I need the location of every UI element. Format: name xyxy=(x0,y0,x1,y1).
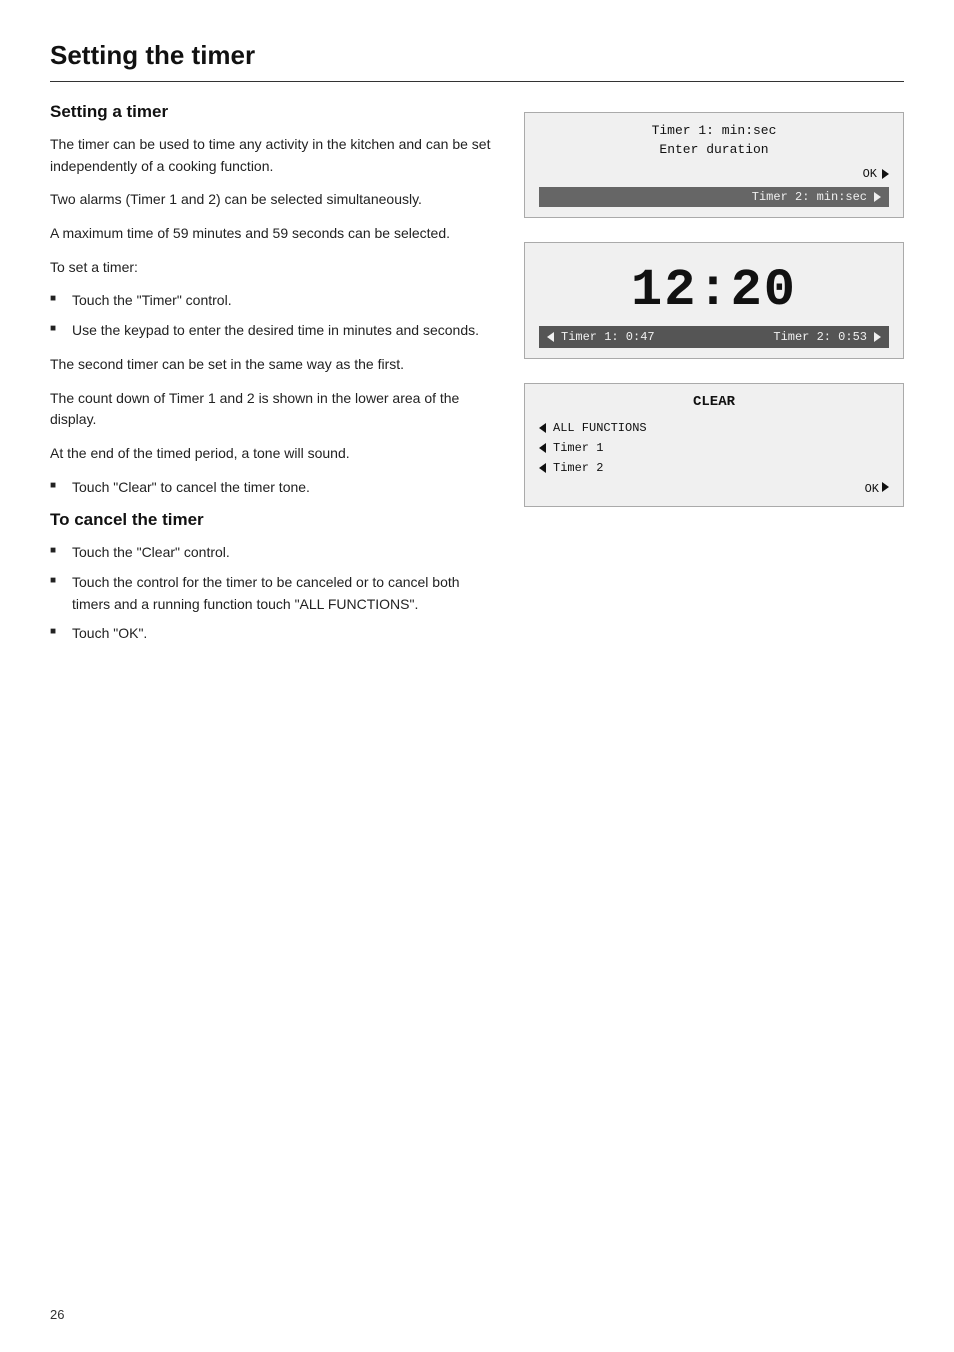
para-6: The count down of Timer 1 and 2 is shown… xyxy=(50,388,494,431)
panel-timer-entry: Timer 1: min:sec Enter duration OK Timer… xyxy=(524,112,904,218)
bullet-1: Touch the "Timer" control. xyxy=(50,290,494,312)
clear-all-functions-label: ALL FUNCTIONS xyxy=(553,421,647,435)
clock-timer1-label: Timer 1: 0:47 xyxy=(561,330,655,344)
panel1-timer1-label: Timer 1: min:sec xyxy=(539,123,889,138)
cancel-bullet-2: Touch the control for the timer to be ca… xyxy=(50,572,494,615)
clock-time: 12:20 xyxy=(539,253,889,326)
clock-timer-row: Timer 1: 0:47 Timer 2: 0:53 xyxy=(539,326,889,348)
clear-title: CLEAR xyxy=(539,394,889,410)
para-5: The second timer can be set in the same … xyxy=(50,354,494,376)
para-4: To set a timer: xyxy=(50,257,494,279)
section1-heading: Setting a timer xyxy=(50,102,494,122)
panel-clear: CLEAR ALL FUNCTIONS Timer 1 Timer 2 OK xyxy=(524,383,904,507)
section2-heading: To cancel the timer xyxy=(50,510,494,530)
timer2-clock-arrow-right-icon xyxy=(874,332,881,342)
timer2-arrow-right-icon xyxy=(874,192,881,202)
para-7: At the end of the timed period, a tone w… xyxy=(50,443,494,465)
timer1-clear-arrow-icon xyxy=(539,443,546,453)
clear-item-timer2: Timer 2 xyxy=(539,458,889,478)
cancel-bullet-3: Touch "OK". xyxy=(50,623,494,645)
left-column: Setting a timer The timer can be used to… xyxy=(50,102,494,657)
panel1-enter-duration: Enter duration xyxy=(539,142,889,157)
section1-bullet-clear: Touch "Clear" to cancel the timer tone. xyxy=(50,477,494,499)
clock-timer2: Timer 2: 0:53 xyxy=(773,330,881,344)
clear-ok-label: OK xyxy=(865,482,879,496)
bullet-3: Touch "Clear" to cancel the timer tone. xyxy=(50,477,494,499)
timer1-arrow-left-icon xyxy=(547,332,554,342)
all-functions-arrow-icon xyxy=(539,423,546,433)
cancel-bullet-1: Touch the "Clear" control. xyxy=(50,542,494,564)
panel1-ok-label: OK xyxy=(863,167,889,181)
clear-item-all-functions: ALL FUNCTIONS xyxy=(539,418,889,438)
panel1-timer2-label: Timer 2: min:sec xyxy=(539,187,889,207)
section1-bullets: Touch the "Timer" control. Use the keypa… xyxy=(50,290,494,341)
right-column: Timer 1: min:sec Enter duration OK Timer… xyxy=(524,102,904,657)
para-3: A maximum time of 59 minutes and 59 seco… xyxy=(50,223,494,245)
clock-timer1: Timer 1: 0:47 xyxy=(547,330,655,344)
clock-timer2-label: Timer 2: 0:53 xyxy=(773,330,867,344)
bullet-2: Use the keypad to enter the desired time… xyxy=(50,320,494,342)
page-title: Setting the timer xyxy=(50,40,904,82)
page-number: 26 xyxy=(50,1307,64,1322)
panel1-ok-row: OK xyxy=(539,167,889,181)
clear-ok-row: OK xyxy=(539,482,889,496)
panel-clock: 12:20 Timer 1: 0:47 Timer 2: 0:53 xyxy=(524,242,904,359)
para-2: Two alarms (Timer 1 and 2) can be select… xyxy=(50,189,494,211)
clear-item-timer1: Timer 1 xyxy=(539,438,889,458)
clear-timer2-label: Timer 2 xyxy=(553,461,603,475)
section2-bullets: Touch the "Clear" control. Touch the con… xyxy=(50,542,494,645)
para-1: The timer can be used to time any activi… xyxy=(50,134,494,177)
timer2-clear-arrow-icon xyxy=(539,463,546,473)
clear-timer1-label: Timer 1 xyxy=(553,441,603,455)
clear-ok-arrow-icon xyxy=(882,482,889,492)
ok-arrow-right-icon xyxy=(882,169,889,179)
